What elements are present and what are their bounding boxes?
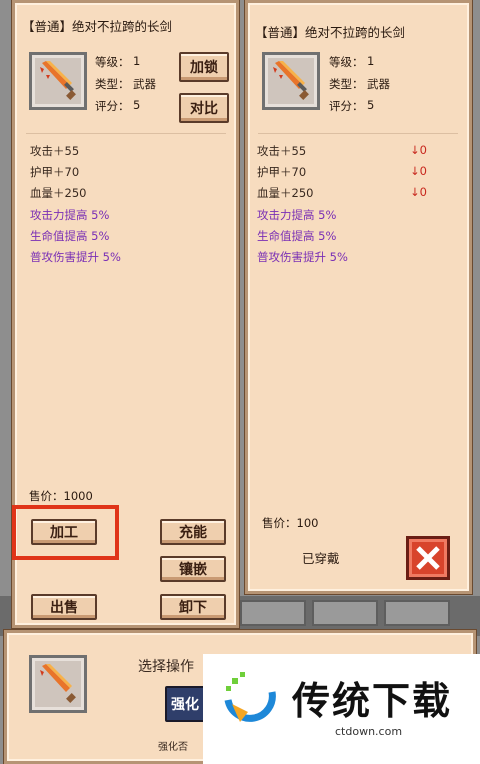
left-level: 等级： 1 bbox=[95, 54, 141, 69]
left-item-slot[interactable] bbox=[29, 52, 87, 110]
close-button[interactable] bbox=[406, 536, 450, 580]
background-tile bbox=[240, 600, 306, 626]
left-item-title: 【普通】绝对不拉跨的长剑 bbox=[22, 19, 173, 34]
right-stat-armor: 护甲＋70 bbox=[257, 165, 307, 179]
right-item-slot[interactable] bbox=[262, 52, 320, 110]
left-type: 类型： 武器 bbox=[95, 77, 156, 91]
enhance-caption: 强化否 bbox=[158, 742, 188, 753]
sword-icon bbox=[40, 664, 76, 703]
compare-button[interactable]: 对比 bbox=[179, 93, 229, 123]
lock-button[interactable]: 加锁 bbox=[179, 52, 229, 82]
sell-button[interactable]: 出售 bbox=[31, 594, 97, 620]
sword-icon bbox=[40, 61, 76, 100]
watermark-brand: 传统下载 bbox=[292, 679, 453, 723]
left-stat-attack: 攻击＋55 bbox=[30, 144, 80, 158]
right-score: 评分： 5 bbox=[329, 98, 375, 113]
left-bonus-hp: 生命值提高 5% bbox=[30, 229, 110, 243]
right-stat-hp: 血量＋250 bbox=[257, 186, 314, 200]
right-sell-price: 售价：100 bbox=[262, 516, 319, 530]
right-diff-armor: ↓0 bbox=[410, 164, 427, 178]
right-bonus-attack: 攻击力提高 5% bbox=[257, 208, 337, 222]
charge-button[interactable]: 充能 bbox=[160, 519, 226, 545]
left-bonus-normal-attack: 普攻伤害提升 5% bbox=[30, 250, 121, 264]
craft-button[interactable]: 加工 bbox=[31, 519, 97, 545]
left-bonus-attack: 攻击力提高 5% bbox=[30, 208, 110, 222]
right-level: 等级： 1 bbox=[329, 54, 375, 69]
background-tile bbox=[384, 600, 450, 626]
left-score: 评分： 5 bbox=[95, 98, 141, 113]
brand-logo-icon bbox=[224, 672, 276, 722]
sword-icon bbox=[273, 61, 309, 100]
right-diff-hp: ↓0 bbox=[410, 185, 427, 199]
equipped-label: 已穿戴 bbox=[302, 551, 340, 566]
left-stat-hp: 血量＋250 bbox=[30, 186, 87, 200]
background-tile bbox=[312, 600, 378, 626]
unequip-button[interactable]: 卸下 bbox=[160, 594, 226, 620]
watermark-url: ctdown.com bbox=[335, 725, 403, 738]
select-operation-prompt: 选择操作 bbox=[138, 659, 194, 675]
bottom-item-slot[interactable] bbox=[29, 655, 87, 713]
divider bbox=[26, 133, 226, 134]
right-item-title: 【普通】绝对不拉跨的长剑 bbox=[255, 25, 406, 40]
left-stat-armor: 护甲＋70 bbox=[30, 165, 80, 179]
enhance-skill-button[interactable]: 强化 bbox=[165, 686, 205, 722]
left-sell-price: 售价：1000 bbox=[29, 489, 93, 503]
right-bonus-normal-attack: 普攻伤害提升 5% bbox=[257, 250, 348, 264]
divider bbox=[258, 133, 458, 134]
close-x-icon bbox=[416, 546, 440, 570]
right-type: 类型： 武器 bbox=[329, 77, 390, 91]
right-bonus-hp: 生命值提高 5% bbox=[257, 229, 337, 243]
right-diff-attack: ↓0 bbox=[410, 143, 427, 157]
inlay-button[interactable]: 镶嵌 bbox=[160, 556, 226, 582]
right-stat-attack: 攻击＋55 bbox=[257, 144, 307, 158]
